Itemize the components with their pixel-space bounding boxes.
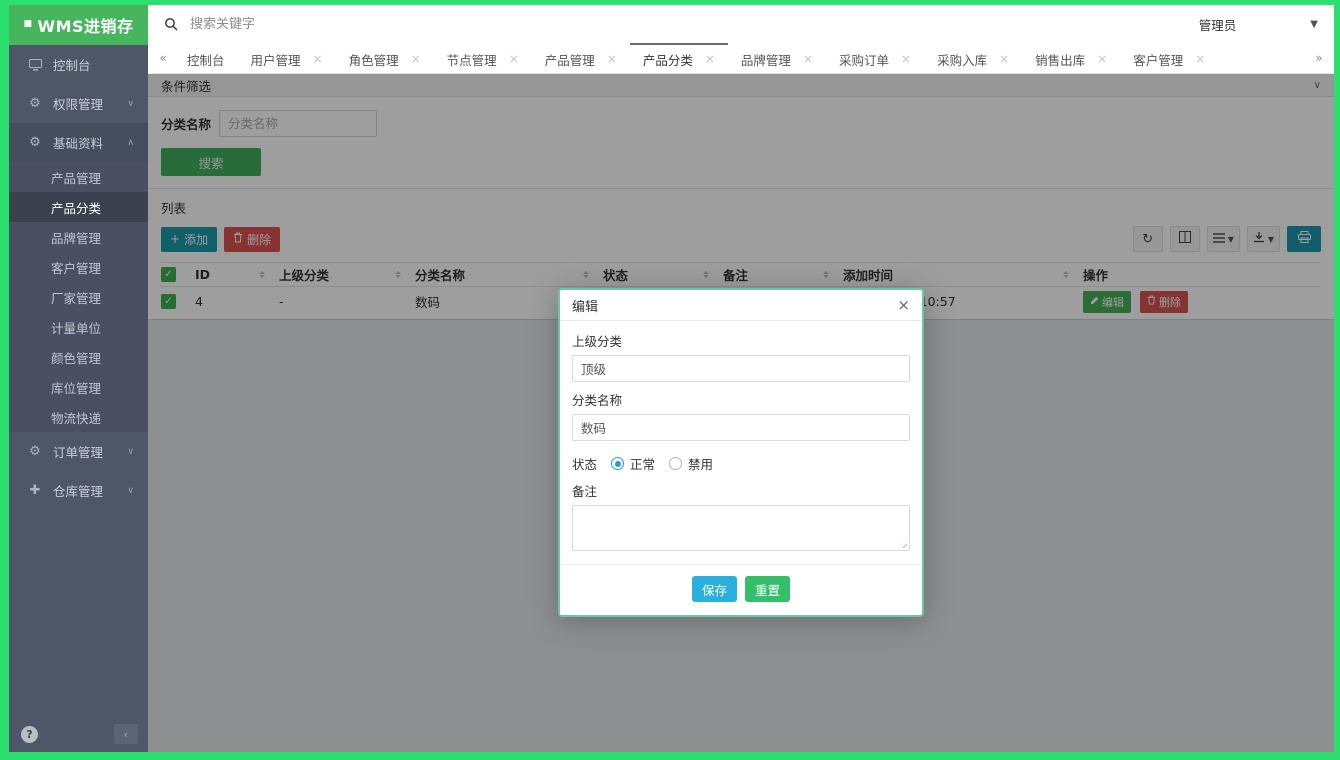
sidebar: ■ WMS进销存 控制台 ⚙ 权限管理 ∨ ⚙ 基础资料 ∧ 产品管理 [9,5,148,752]
tab-brand[interactable]: 品牌管理× [728,43,826,73]
category-name-label: 分类名称 [572,390,910,409]
chevron-down-icon: ∨ [127,486,134,496]
logo-text: WMS进销存 [37,13,133,37]
modal-header: 编辑 × [560,290,922,321]
sidebar-item-dashboard[interactable]: 控制台 [9,45,148,84]
status-normal-label: 正常 [630,454,655,473]
reset-button[interactable]: 重置 [745,576,790,602]
close-icon[interactable]: × [313,52,323,66]
tab-sale-out[interactable]: 销售出库× [1022,43,1120,73]
help-icon[interactable]: ? [21,726,38,743]
close-icon[interactable]: × [1195,52,1205,66]
sidebar-footer: ? ‹ [9,720,148,752]
sidebar-item-permission[interactable]: ⚙ 权限管理 ∨ [9,84,148,123]
tab-user[interactable]: 用户管理× [238,43,336,73]
status-field: 状态 正常 禁用 [572,454,910,473]
sidebar-item-label: 基础资料 [53,133,103,152]
close-icon[interactable]: × [411,52,421,66]
sidebar-item-color-manage[interactable]: 颜色管理 [9,342,148,372]
status-normal-radio[interactable] [611,457,624,470]
sidebar-item-brand-manage[interactable]: 品牌管理 [9,222,148,252]
app-window: ■ WMS进销存 控制台 ⚙ 权限管理 ∨ ⚙ 基础资料 ∧ 产品管理 [9,5,1334,752]
sidebar-item-product-category[interactable]: 产品分类 [9,192,148,222]
sidebar-item-order-manage[interactable]: ⚙ 订单管理 ∨ [9,432,148,471]
status-label: 状态 [572,454,597,473]
user-menu[interactable]: 管理员 ▼ [1199,15,1318,34]
logo-square-icon: ■ [23,19,32,29]
sidebar-item-factory-manage[interactable]: 厂家管理 [9,282,148,312]
close-icon[interactable]: × [901,52,911,66]
plus-icon: ✚ [27,483,43,498]
main-area: 管理员 ▼ « 控制台 用户管理× 角色管理× 节点管理× 产品管理× 产品分类… [148,5,1334,752]
chevron-down-icon: ∨ [127,447,134,457]
parent-category-input[interactable] [572,355,910,382]
sidebar-item-unit-manage[interactable]: 计量单位 [9,312,148,342]
tab-bar: « 控制台 用户管理× 角色管理× 节点管理× 产品管理× 产品分类× 品牌管理… [148,43,1334,74]
sidebar-item-basedata[interactable]: ⚙ 基础资料 ∧ [9,123,148,162]
parent-category-label: 上级分类 [572,331,910,350]
modal-body: 上级分类 分类名称 状态 正常 禁用 备注 [560,321,922,551]
gears-icon: ⚙ [27,135,43,150]
gears-icon: ⚙ [27,444,43,459]
sidebar-item-label: 权限管理 [53,94,103,113]
modal-title: 编辑 [572,296,598,315]
sidebar-nav: 控制台 ⚙ 权限管理 ∨ ⚙ 基础资料 ∧ 产品管理 产品分类 品牌管理 客户管… [9,45,148,720]
app-logo: ■ WMS进销存 [9,5,148,45]
sidebar-item-label: 仓库管理 [53,481,103,500]
tab-product[interactable]: 产品管理× [532,43,630,73]
tab-purchase-order[interactable]: 采购订单× [826,43,924,73]
tab-node[interactable]: 节点管理× [434,43,532,73]
close-icon[interactable]: × [607,52,617,66]
sidebar-item-label: 订单管理 [53,442,103,461]
status-disabled-radio[interactable] [669,457,682,470]
sidebar-item-location-manage[interactable]: 库位管理 [9,372,148,402]
edit-modal: 编辑 × 上级分类 分类名称 状态 正常 禁用 备注 [558,288,924,617]
tab-scroll-left-icon[interactable]: « [152,43,174,73]
sidebar-collapse-button[interactable]: ‹ [114,724,138,744]
sidebar-item-label: 控制台 [53,55,91,74]
sidebar-item-warehouse-manage[interactable]: ✚ 仓库管理 ∨ [9,471,148,510]
sidebar-item-logistics[interactable]: 物流快递 [9,402,148,432]
tab-console[interactable]: 控制台 [174,43,238,73]
close-icon[interactable]: × [705,52,715,66]
close-icon[interactable]: × [803,52,813,66]
chevron-down-icon: ∨ [127,99,134,109]
tab-scroll-right-icon[interactable]: » [1308,43,1330,73]
chevron-up-icon: ∧ [127,138,134,148]
tab-purchase-in[interactable]: 采购入库× [924,43,1022,73]
monitor-icon [27,59,43,71]
close-icon[interactable]: × [897,298,910,313]
status-disabled-label: 禁用 [688,454,713,473]
search-icon [164,17,178,31]
gears-icon: ⚙ [27,96,43,111]
note-textarea[interactable] [572,505,910,551]
sidebar-item-customer-manage[interactable]: 客户管理 [9,252,148,282]
sidebar-item-product-manage[interactable]: 产品管理 [9,162,148,192]
tab-product-category[interactable]: 产品分类× [630,43,728,73]
modal-footer: 保存 重置 [560,564,922,615]
note-label: 备注 [572,481,910,500]
close-icon[interactable]: × [509,52,519,66]
sidebar-basedata-children: 产品管理 产品分类 品牌管理 客户管理 厂家管理 计量单位 颜色管理 库位管理 … [9,162,148,432]
category-name-input[interactable] [572,414,910,441]
user-name: 管理员 [1199,15,1237,34]
tab-role[interactable]: 角色管理× [336,43,434,73]
close-icon[interactable]: × [1097,52,1107,66]
tab-customer[interactable]: 客户管理× [1120,43,1218,73]
top-header: 管理员 ▼ [148,5,1334,43]
global-search-input[interactable] [188,16,1199,33]
close-icon[interactable]: × [999,52,1009,66]
chevron-down-icon: ▼ [1310,19,1318,30]
save-button[interactable]: 保存 [692,576,737,602]
content-area: 条件筛选 ∨ 分类名称 搜索 列表 + 添加 [148,74,1334,752]
